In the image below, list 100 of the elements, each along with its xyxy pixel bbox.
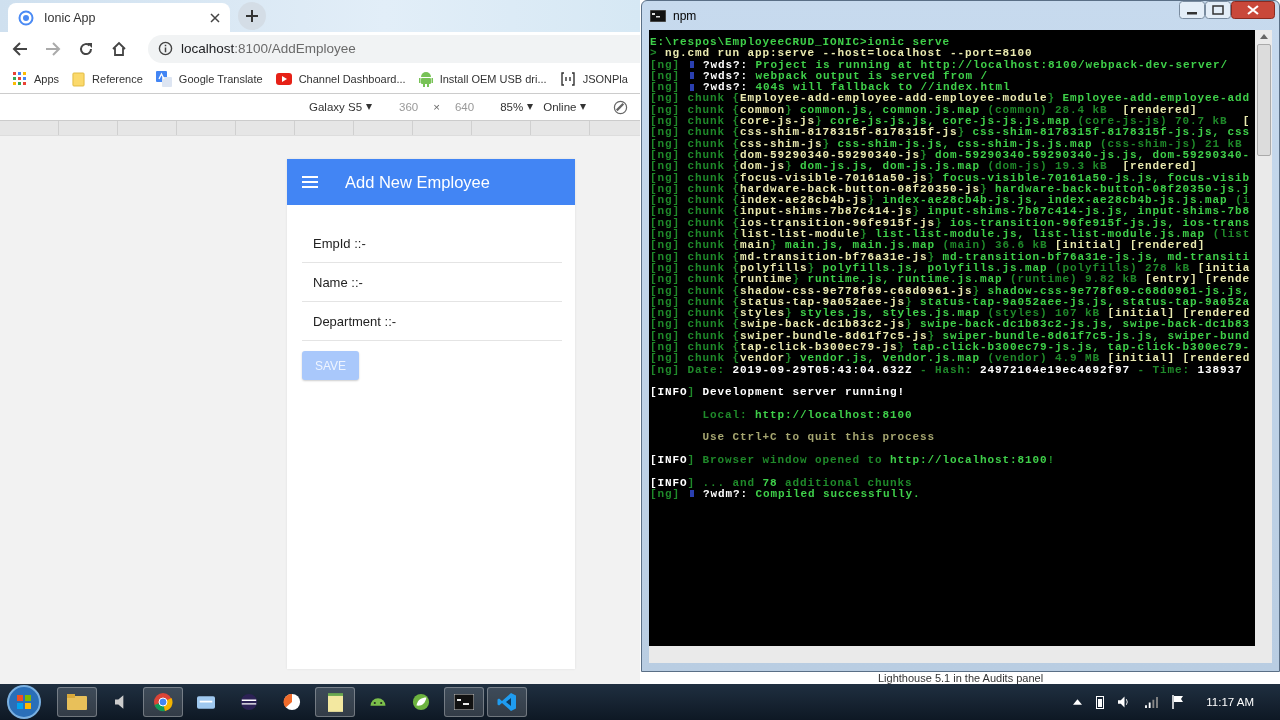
bookmark[interactable]: Apps	[13, 72, 60, 86]
bookmark[interactable]: Channel Dashboard...	[275, 73, 406, 85]
window-icon	[197, 695, 215, 709]
console-text: ?wdm?: Compiled successfully.	[702, 487, 921, 500]
console-text: [ng] chunk {polyfills} polyfills.js, polyfills.js.map (polyfills) 278 kB [initia	[650, 261, 1251, 274]
battery-icon[interactable]	[1096, 695, 1105, 709]
scrollbar[interactable]	[1255, 30, 1272, 646]
taskbar-button[interactable]	[57, 687, 97, 717]
console-text: [ng] chunk {vendor} vendor.js, vendor.js.map (vendor) 4.9 MB [initial] [rendered	[650, 352, 1251, 365]
console-text: [ng] chunk {dom-js} dom-js.js, dom-js.js.map (dom-js) 19.3 kB [rendered]	[650, 160, 1198, 173]
info-icon	[158, 41, 173, 56]
translate-icon	[155, 71, 172, 87]
console-text: [ng]	[650, 69, 681, 82]
notepad-icon	[327, 692, 343, 712]
console-text: [ng] chunk {styles} styles.js, styles.js.map (styles) 107 kB [initial] [rendered	[650, 307, 1251, 320]
tab-title: Ionic App	[44, 10, 97, 25]
info-icon	[689, 490, 694, 498]
console-text: [ng] chunk {Employee-add-employee-add-employee-module} Employee-add-employee-add	[650, 92, 1251, 105]
window-title: npm	[673, 8, 697, 23]
console-text: [ng]	[650, 487, 680, 500]
console-text: [ng] chunk {dom-59290340-59290340-js} dom-59290340-59290340-js.js, dom-59290340-	[650, 148, 1251, 161]
close-icon[interactable]	[210, 12, 220, 23]
bookmark[interactable]: Google Translate	[155, 71, 263, 87]
ionic-icon	[18, 9, 34, 26]
striped-circle-icon	[240, 693, 258, 711]
device-dropdown[interactable]: Galaxy S5	[309, 101, 373, 113]
plus-icon[interactable]	[238, 2, 266, 30]
close-icon[interactable]	[1231, 1, 1275, 19]
console-text: E:\respos\EmployeeCRUD_IONIC>ionic serve	[650, 36, 951, 48]
console-text: ?wds?: Project is running at http://localhost:8100/webpack-dev-server/	[702, 58, 1229, 71]
field-label: Name ::-	[313, 274, 363, 290]
network-dropdown[interactable]: Online	[543, 101, 587, 113]
scroll-thumb[interactable]	[1256, 44, 1271, 156]
code-editor-icon	[497, 692, 517, 712]
field-label: EmpId ::-	[313, 235, 366, 251]
bookmark[interactable]: JSONPla	[559, 72, 628, 86]
console-text: [ng] chunk {ios-transition-96fe915f-js} ios-transition-96fe915f-js.js, ios-trans	[650, 216, 1251, 229]
console-text: [INFO] Browser window opened to http://localhost:8100!	[650, 454, 1056, 466]
taskbar-button[interactable]	[315, 687, 355, 717]
console-text: [ng] chunk {hardware-back-button-08f20350-js} hardware-back-button-08f20350-js.j	[650, 182, 1251, 195]
console-text: [ng]	[650, 58, 681, 71]
leaf-icon	[412, 693, 430, 711]
brackets-icon	[559, 72, 576, 86]
back-icon[interactable]	[12, 40, 28, 57]
console-text: ?wds?: 404s will fallback to //index.html	[703, 81, 1011, 94]
times-sign: ×	[433, 101, 440, 113]
address-bar[interactable]: localhost:8100/AddEmployee	[148, 34, 640, 63]
console-text: [ng] chunk {shadow-css-9e778f69-c68d0961-js} shadow-css-9e778f69-c68d0961-js.js,	[650, 284, 1251, 297]
console-text: [ng] chunk {swipe-back-dc1b83c2-js} swipe-back-dc1b83c2-js.js, swipe-back-dc1b83	[650, 318, 1251, 331]
console-text: [ng] chunk {tap-click-b300ec79-js} tap-click-b300ec79-js.js, tap-click-b300ec79-	[650, 341, 1251, 353]
console-text: [ng] chunk {status-tap-9a052aee-js} status-tap-9a052aee-js.js, status-tap-9a052a	[650, 295, 1251, 308]
bookmark[interactable]: Install OEM USB dri...	[418, 71, 547, 87]
console-text: Use Ctrl+C to quit this process	[701, 431, 936, 444]
bookmark[interactable]: Reference	[72, 71, 143, 87]
grid-icon	[13, 72, 27, 86]
console-text: [ng] chunk {common} common.js, common.js.map (common) 28.4 kB [rendered]	[650, 103, 1198, 116]
play-icon	[275, 73, 292, 85]
start-button[interactable]	[6, 684, 42, 720]
console-text: [ng] chunk {runtime} runtime.js, runtime.js.map (runtime) 9.82 kB [entry] [rende	[650, 273, 1251, 286]
zoom-dropdown[interactable]: 85%	[500, 101, 534, 113]
menu-icon[interactable]	[302, 176, 318, 188]
console-text: [ng] chunk {css-shim-8178315f-8178315f-js} css-shim-8178315f-8178315f-js.js, css	[650, 126, 1251, 139]
browser-icon	[153, 692, 173, 712]
home-icon[interactable]	[111, 40, 127, 57]
console-icon	[454, 694, 474, 710]
console-text: [ng] chunk {md-transition-bf76a31e-js} md-transition-bf76a31e-js.js, md-transiti	[650, 250, 1251, 263]
console-text: [INFO] Development server running!	[650, 386, 906, 399]
android-icon	[418, 71, 433, 87]
console-text: [ng] chunk {css-shim-js} css-shim-js.js, css-shim-js.js.map (css-shim-js) 21 kB	[650, 137, 1243, 150]
console-text: [ng] chunk {main} main.js, main.js.map (main) 36.6 kB [initial] [rendered]	[650, 239, 1206, 252]
folder-icon	[67, 694, 87, 710]
folder-icon	[72, 71, 86, 87]
console-text: [ng]	[650, 81, 681, 94]
scrollbar[interactable]	[649, 646, 1272, 663]
console-text: [ng] chunk {core-js-js} core-js-js.js, core-js-js.js.map (core-js-js) 70.7 kB [	[650, 115, 1251, 128]
console-text: [ng] chunk {swiper-bundle-8d61f7c5-js} swiper-bundle-8d61f7c5-js.js, swiper-bund	[650, 329, 1251, 342]
minimize-icon[interactable]	[1179, 1, 1205, 19]
console-text: ?wds?: webpack output is served from /	[702, 69, 989, 82]
rotate-icon[interactable]	[613, 99, 629, 115]
background-window-text: Lighthouse 5.1 in the Audits panel	[878, 672, 1044, 684]
maximize-icon[interactable]	[1205, 1, 1231, 19]
browser-tab[interactable]: Ionic App	[8, 3, 230, 32]
console-icon	[650, 9, 666, 22]
reload-icon[interactable]	[78, 40, 94, 57]
up-arrow-icon[interactable]	[1073, 699, 1083, 705]
page-title: Add New Employee	[345, 172, 490, 192]
speaker-icon	[115, 694, 125, 710]
clock[interactable]: 11:17 AM	[1206, 696, 1254, 708]
console-text: [ng] chunk {input-shims-7b87c414-js} input-shims-7b87c414-js.js, input-shims-7b8	[650, 205, 1251, 218]
signal-icon[interactable]	[1145, 696, 1159, 708]
console-text: [ng] chunk {index-ae28cb4b-js} index-ae28cb4b-js.js, index-ae28cb4b-js.js.map (i	[650, 194, 1251, 207]
flag-icon[interactable]	[1172, 695, 1185, 709]
scroll-up-icon[interactable]	[1259, 34, 1268, 39]
console-text: [INFO] ... and 78 additional chunks	[650, 476, 913, 489]
taskbar-button[interactable]	[143, 687, 183, 717]
field-label: Department ::-	[313, 313, 397, 329]
console-text: [ng] Date: 2019-09-29T05:43:04.632Z - Hash: 24972164e19ec4692f97 - Time: 138937	[650, 363, 1243, 376]
console-text: Local: http://localhost:8100	[701, 408, 913, 421]
console-text: [ng] chunk {focus-visible-70161a50-js} focus-visible-70161a50-js.js, focus-visib	[650, 171, 1251, 184]
console-text: > ng.cmd run app:serve --host=localhost --port=8100	[650, 47, 1033, 60]
